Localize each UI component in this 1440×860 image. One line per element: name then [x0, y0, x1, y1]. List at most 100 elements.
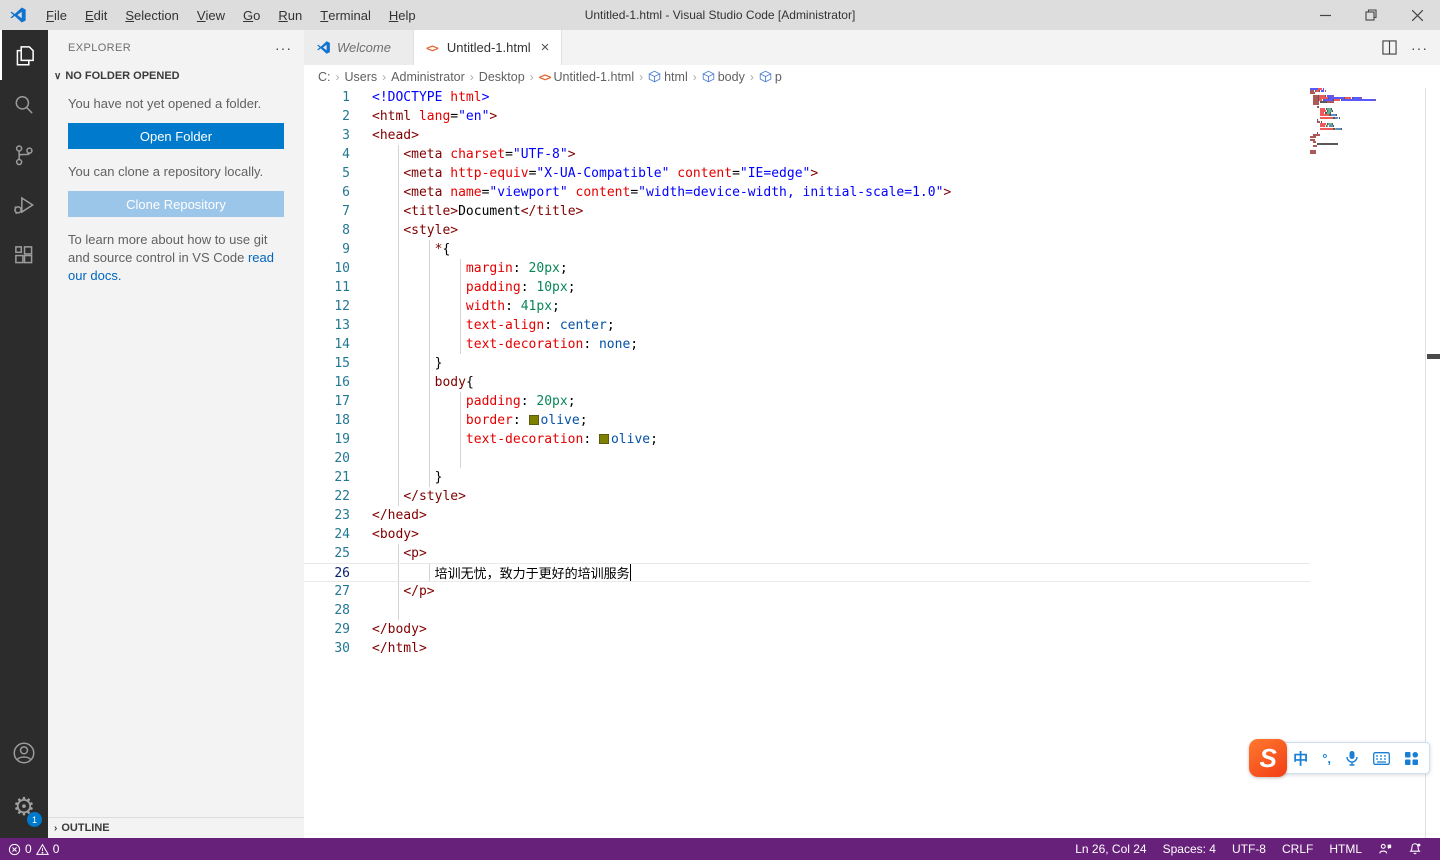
code-line-29[interactable]: 29</body>	[304, 620, 1310, 639]
search-icon	[11, 92, 37, 118]
feedback-icon	[1378, 842, 1392, 856]
code-line-1[interactable]: 1<!DOCTYPE html>	[304, 88, 1310, 107]
menu-go[interactable]: Go	[234, 0, 269, 30]
sidebar-item-search[interactable]	[0, 80, 48, 130]
code-line-14[interactable]: 14 text-decoration: none;	[304, 335, 1310, 354]
breadcrumb-item-users[interactable]: Users	[345, 70, 378, 84]
line-number: 5	[304, 164, 350, 183]
menu-view[interactable]: View	[188, 0, 234, 30]
line-number: 29	[304, 620, 350, 639]
clone-repository-button[interactable]: Clone Repository	[68, 191, 284, 217]
restore-button[interactable]	[1348, 0, 1394, 30]
breadcrumb-item-c-[interactable]: C:	[318, 70, 331, 84]
breadcrumb-item-html[interactable]: html	[648, 70, 688, 84]
minimap[interactable]	[1310, 88, 1425, 838]
code-line-24[interactable]: 24<body>	[304, 525, 1310, 544]
code-line-5[interactable]: 5 <meta http-equiv="X-UA-Compatible" con…	[304, 164, 1310, 183]
sidebar-item-source-control[interactable]	[0, 130, 48, 180]
code-lines: 1<!DOCTYPE html>2<html lang="en">3<head>…	[304, 88, 1310, 658]
minimap-line-fragment	[1327, 101, 1334, 103]
status-indentation[interactable]: Spaces: 4	[1155, 842, 1224, 856]
code-line-30[interactable]: 30</html>	[304, 639, 1310, 658]
code-line-22[interactable]: 22 </style>	[304, 487, 1310, 506]
close-window-button[interactable]	[1394, 0, 1440, 30]
code-line-15[interactable]: 15 }	[304, 354, 1310, 373]
minimize-button[interactable]	[1302, 0, 1348, 30]
breadcrumb-item-untitled-1-html[interactable]: <>Untitled-1.html	[539, 70, 634, 84]
menu-run[interactable]: Run	[269, 0, 311, 30]
bell-icon	[1408, 842, 1422, 856]
code-line-10[interactable]: 10 margin: 20px;	[304, 259, 1310, 278]
breadcrumb-item-p[interactable]: p	[759, 70, 782, 84]
outline-section-header[interactable]: › OUTLINE	[48, 817, 304, 838]
warning-count: 0	[53, 842, 60, 856]
code-line-25[interactable]: 25 <p>	[304, 544, 1310, 563]
warning-icon[interactable]	[36, 843, 49, 856]
editor-group: Welcome<>Untitled-1.html× ··· C:›Users›A…	[304, 30, 1440, 838]
code-line-13[interactable]: 13 text-align: center;	[304, 316, 1310, 335]
tab-welcome[interactable]: Welcome	[304, 30, 414, 65]
sidebar-item-run-debug[interactable]	[0, 180, 48, 230]
breadcrumb-item-administrator[interactable]: Administrator	[391, 70, 465, 84]
code-line-9[interactable]: 9 *{	[304, 240, 1310, 259]
breadcrumb-item-body[interactable]: body	[702, 70, 745, 84]
code-line-23[interactable]: 23</head>	[304, 506, 1310, 525]
editor-more-actions-button[interactable]: ···	[1411, 40, 1428, 56]
code-line-26[interactable]: 26 培训无忧，致力于更好的培训服务	[304, 563, 1310, 582]
code-line-4[interactable]: 4 <meta charset="UTF-8">	[304, 145, 1310, 164]
menu-selection[interactable]: Selection	[116, 0, 187, 30]
ime-toolbox-button[interactable]	[1404, 751, 1419, 766]
overview-ruler[interactable]	[1425, 88, 1440, 838]
code-line-12[interactable]: 12 width: 41px;	[304, 297, 1310, 316]
line-content: *{	[372, 240, 450, 259]
feedback-button[interactable]	[1370, 842, 1400, 856]
minimap-line-fragment	[1375, 99, 1376, 101]
ime-microphone-button[interactable]	[1345, 750, 1359, 766]
ime-keyboard-button[interactable]	[1373, 752, 1390, 765]
status-eol[interactable]: CRLF	[1274, 842, 1321, 856]
code-line-19[interactable]: 19 text-decoration: olive;	[304, 430, 1310, 449]
code-line-20[interactable]: 20	[304, 449, 1310, 468]
error-icon[interactable]	[8, 843, 21, 856]
accounts-button[interactable]	[0, 728, 48, 778]
code-line-8[interactable]: 8 <style>	[304, 221, 1310, 240]
code-line-28[interactable]: 28	[304, 601, 1310, 620]
ime-punctuation-button[interactable]: °,	[1322, 751, 1331, 766]
notifications-button[interactable]	[1400, 842, 1430, 856]
menu-edit[interactable]: Edit	[76, 0, 116, 30]
code-line-18[interactable]: 18 border: olive;	[304, 411, 1310, 430]
problems-status[interactable]: 00	[0, 842, 59, 856]
section-no-folder-opened[interactable]: ∨ NO FOLDER OPENED	[48, 65, 304, 87]
settings-button[interactable]: ⚙ 1	[0, 782, 48, 832]
code-line-2[interactable]: 2<html lang="en">	[304, 107, 1310, 126]
breadcrumb-item-desktop[interactable]: Desktop	[479, 70, 525, 84]
menu-file[interactable]: File	[37, 0, 76, 30]
split-editor-button[interactable]	[1382, 40, 1397, 55]
line-content: <body>	[372, 525, 419, 544]
open-folder-button[interactable]: Open Folder	[68, 123, 284, 149]
status-cursor-position[interactable]: Ln 26, Col 24	[1067, 842, 1154, 856]
sidebar-item-extensions[interactable]	[0, 230, 48, 280]
close-tab-icon[interactable]: ×	[541, 39, 550, 56]
code-line-21[interactable]: 21 }	[304, 468, 1310, 487]
code-line-27[interactable]: 27 </p>	[304, 582, 1310, 601]
color-swatch-olive[interactable]	[599, 434, 609, 444]
menu-help[interactable]: Help	[380, 0, 425, 30]
menu-terminal[interactable]: Terminal	[311, 0, 380, 30]
ime-chinese-mode-button[interactable]: 中	[1293, 748, 1308, 769]
status-encoding[interactable]: UTF-8	[1224, 842, 1274, 856]
tab-untitled-1-html[interactable]: <>Untitled-1.html×	[414, 30, 562, 65]
code-line-3[interactable]: 3<head>	[304, 126, 1310, 145]
sidebar-item-explorer[interactable]	[0, 30, 48, 80]
code-line-11[interactable]: 11 padding: 10px;	[304, 278, 1310, 297]
color-swatch-olive[interactable]	[529, 415, 539, 425]
status-language-mode[interactable]: HTML	[1321, 842, 1370, 856]
explorer-more-actions-button[interactable]: ···	[275, 40, 292, 56]
line-content: <!DOCTYPE html>	[372, 88, 489, 107]
code-line-16[interactable]: 16 body{	[304, 373, 1310, 392]
code-line-6[interactable]: 6 <meta name="viewport" content="width=d…	[304, 183, 1310, 202]
code-line-7[interactable]: 7 <title>Document</title>	[304, 202, 1310, 221]
code-editor[interactable]: 1<!DOCTYPE html>2<html lang="en">3<head>…	[304, 88, 1440, 838]
code-line-17[interactable]: 17 padding: 20px;	[304, 392, 1310, 411]
sogou-logo-icon[interactable]: S	[1249, 739, 1287, 777]
